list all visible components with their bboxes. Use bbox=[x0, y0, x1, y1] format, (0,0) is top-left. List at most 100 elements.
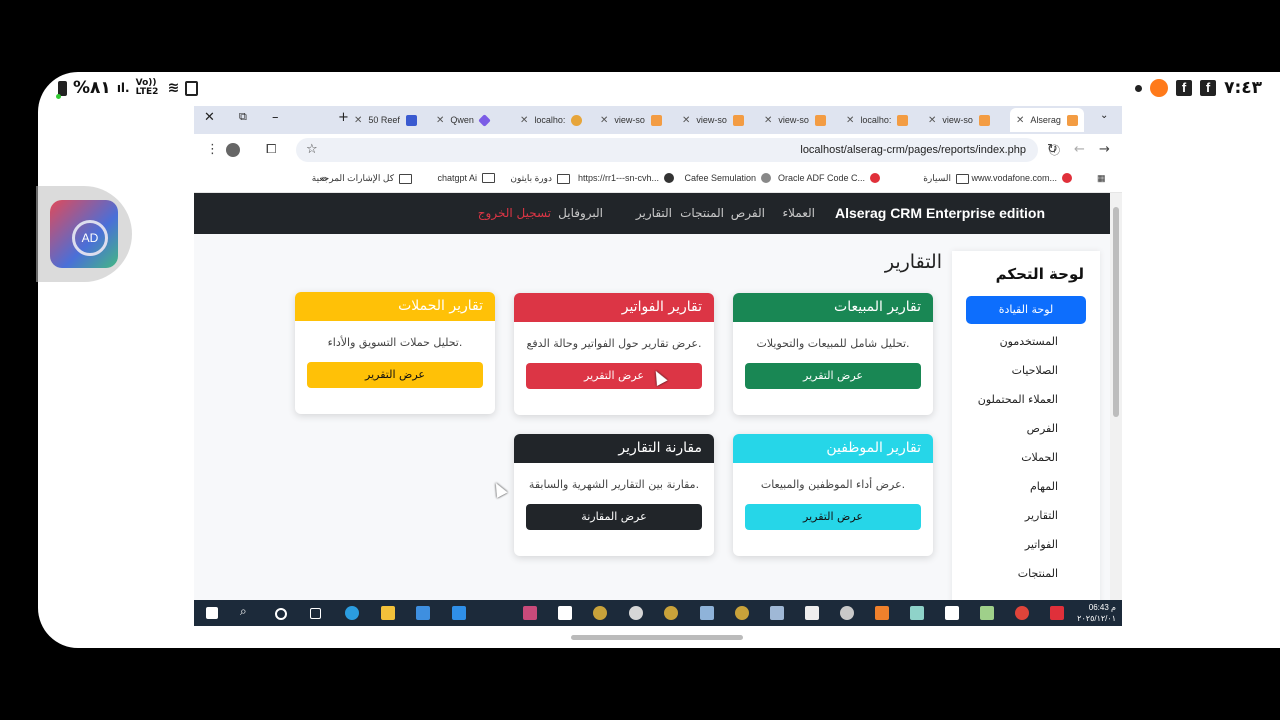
tab-1[interactable]: ✕ Qwen bbox=[436, 108, 491, 132]
sidebar-item-3[interactable]: الفرص bbox=[1027, 422, 1058, 435]
edge-icon[interactable] bbox=[345, 606, 359, 620]
word-icon[interactable] bbox=[558, 606, 572, 620]
profile-avatar-icon[interactable] bbox=[226, 143, 240, 157]
app-icon-2[interactable] bbox=[593, 606, 607, 620]
sidebar-item-7[interactable]: الفواتير bbox=[1025, 538, 1058, 551]
tab-favicon-icon bbox=[478, 113, 491, 127]
app-icon-6[interactable] bbox=[735, 606, 749, 620]
tab-close-icon[interactable]: ✕ bbox=[764, 115, 772, 126]
app-icon-3[interactable] bbox=[629, 606, 643, 620]
new-tab-icon[interactable]: + bbox=[338, 110, 349, 125]
app-icon-9[interactable] bbox=[945, 606, 959, 620]
omnibox[interactable]: ☆ localhost/alserag-crm/pages/reports/in… bbox=[296, 138, 1060, 162]
view-report-button[interactable]: عرض التقرير bbox=[526, 363, 702, 389]
tab-favicon-icon bbox=[1066, 114, 1078, 126]
back-icon[interactable]: → bbox=[1099, 142, 1110, 157]
task-view-icon[interactable] bbox=[310, 608, 321, 619]
bookmark-star-icon[interactable]: ☆ bbox=[306, 142, 318, 157]
bookmark-item-7[interactable]: كل الإشارات المرجعية bbox=[312, 173, 412, 184]
file-explorer-icon[interactable] bbox=[381, 606, 395, 620]
reload-icon[interactable]: ↻ bbox=[1047, 142, 1058, 157]
bookmark-item-2[interactable]: Oracle ADF Code C... bbox=[778, 173, 880, 183]
cortana-icon[interactable] bbox=[275, 608, 287, 620]
sidebar-item-0[interactable]: المستخدمون bbox=[1000, 335, 1058, 348]
tab-3[interactable]: ✕ view-so bbox=[600, 108, 662, 132]
mail-icon[interactable] bbox=[452, 606, 466, 620]
search-icon[interactable]: ⌕ bbox=[240, 604, 254, 618]
chrome-icon[interactable] bbox=[1015, 606, 1029, 620]
sidebar-item-6[interactable]: التقارير bbox=[1025, 509, 1058, 522]
app-icon-4[interactable] bbox=[664, 606, 678, 620]
forward-icon[interactable]: ← bbox=[1074, 142, 1085, 157]
url-text[interactable]: localhost/alserag-crm/pages/reports/inde… bbox=[800, 138, 1026, 162]
sidebar-item-2[interactable]: العملاء المحتملون bbox=[978, 393, 1058, 406]
card-title: تقارير المبيعات bbox=[733, 293, 933, 322]
bookmark-label: Cafee Semulation bbox=[684, 173, 756, 183]
app-icon-7[interactable] bbox=[840, 606, 854, 620]
tab-label: Alserag bbox=[1030, 115, 1061, 125]
tab-close-icon[interactable]: ✕ bbox=[600, 115, 608, 126]
bookmark-item-5[interactable]: دورة بايثون bbox=[510, 173, 570, 184]
nav-opportunities[interactable]: الفرص bbox=[731, 206, 765, 220]
tab-0[interactable]: ✕ 50 Reef bbox=[354, 108, 417, 132]
tab-close-icon[interactable]: ✕ bbox=[928, 115, 936, 126]
tab-close-icon[interactable]: ✕ bbox=[436, 115, 444, 126]
xampp-icon[interactable] bbox=[875, 606, 889, 620]
tab-8[interactable]: ✕ Alserag bbox=[1010, 108, 1084, 132]
document-icon[interactable] bbox=[805, 606, 819, 620]
sidebar-item-4[interactable]: الحملات bbox=[1021, 451, 1058, 464]
app-icon-11[interactable] bbox=[1050, 606, 1064, 620]
tab-6[interactable]: ✕ localho: bbox=[846, 108, 909, 132]
tab-close-icon[interactable]: ✕ bbox=[682, 115, 690, 126]
nav-customers[interactable]: العملاء bbox=[782, 206, 815, 220]
nav-reports[interactable]: التقارير bbox=[636, 206, 672, 220]
sidebar-item-5[interactable]: المهام bbox=[1030, 480, 1058, 493]
bookmark-item-6[interactable]: chatgpt Ai bbox=[437, 173, 495, 183]
brand-name[interactable]: Alserag CRM Enterprise edition bbox=[835, 205, 1045, 221]
store-icon[interactable] bbox=[416, 606, 430, 620]
apps-grid-icon[interactable]: ▦ bbox=[1097, 173, 1106, 184]
tab-2[interactable]: ✕ localho: bbox=[520, 108, 583, 132]
page-scrollbar[interactable] bbox=[1110, 193, 1122, 626]
tab-close-icon[interactable]: ✕ bbox=[846, 115, 854, 126]
taskbar-clock[interactable]: م 06:43 ٢٠٢٥/١٢/٠١ bbox=[1077, 602, 1116, 624]
folder-icon bbox=[557, 173, 570, 184]
app-icon-8[interactable] bbox=[910, 606, 924, 620]
start-icon[interactable] bbox=[206, 607, 218, 619]
view-report-button[interactable]: عرض التقرير bbox=[745, 363, 921, 389]
nav-logout[interactable]: تسجيل الخروج bbox=[478, 206, 551, 220]
app-icon-10[interactable] bbox=[980, 606, 994, 620]
tab-5[interactable]: ✕ view-so bbox=[764, 108, 826, 132]
extensions-icon[interactable]: ⧠ bbox=[266, 142, 276, 157]
tab-favicon-icon bbox=[814, 114, 826, 126]
screen-recorder-overlay[interactable]: AD bbox=[36, 186, 132, 282]
scrollbar-thumb[interactable] bbox=[1113, 207, 1119, 417]
tab-4[interactable]: ✕ view-so bbox=[682, 108, 744, 132]
view-report-button[interactable]: عرض التقرير bbox=[745, 504, 921, 530]
app-icon-1[interactable] bbox=[523, 606, 537, 620]
nav-profile[interactable]: البروفايل bbox=[558, 206, 603, 220]
tab-7[interactable]: ✕ view-so bbox=[928, 108, 990, 132]
view-report-button[interactable]: عرض التقرير bbox=[307, 362, 483, 388]
minimize-window-icon[interactable]: – bbox=[272, 110, 279, 125]
restore-window-icon[interactable]: ⧉ bbox=[239, 110, 247, 124]
menu-icon[interactable]: ⋮ bbox=[206, 142, 219, 157]
sidebar-item-dashboard[interactable]: لوحة القيادة bbox=[966, 296, 1086, 324]
database-icon[interactable] bbox=[770, 606, 784, 620]
home-indicator[interactable] bbox=[571, 635, 743, 640]
tab-close-icon[interactable]: ✕ bbox=[1016, 115, 1024, 126]
nav-products[interactable]: المنتجات bbox=[680, 206, 724, 220]
bookmark-item-1[interactable]: السيارة bbox=[923, 173, 969, 184]
tab-close-icon[interactable]: ✕ bbox=[520, 115, 528, 126]
bookmark-item-4[interactable]: https://rr1---sn-cvh... bbox=[578, 173, 674, 183]
app-icon-5[interactable] bbox=[700, 606, 714, 620]
sidebar-item-1[interactable]: الصلاحيات bbox=[1012, 364, 1058, 377]
close-window-icon[interactable]: ✕ bbox=[204, 110, 215, 125]
bookmark-item-0[interactable]: www.vodafone.com... bbox=[971, 173, 1072, 183]
sidebar-item-8[interactable]: المنتجات bbox=[1018, 567, 1058, 580]
view-report-button[interactable]: عرض المقارنة bbox=[526, 504, 702, 530]
bookmark-item-3[interactable]: Cafee Semulation bbox=[684, 173, 771, 183]
tab-search-icon[interactable]: ⌄ bbox=[1100, 110, 1108, 121]
tab-close-icon[interactable]: ✕ bbox=[354, 115, 362, 126]
sales-report-card: تقارير المبيعات تحليل شامل للمبيعات والتح… bbox=[733, 293, 933, 415]
